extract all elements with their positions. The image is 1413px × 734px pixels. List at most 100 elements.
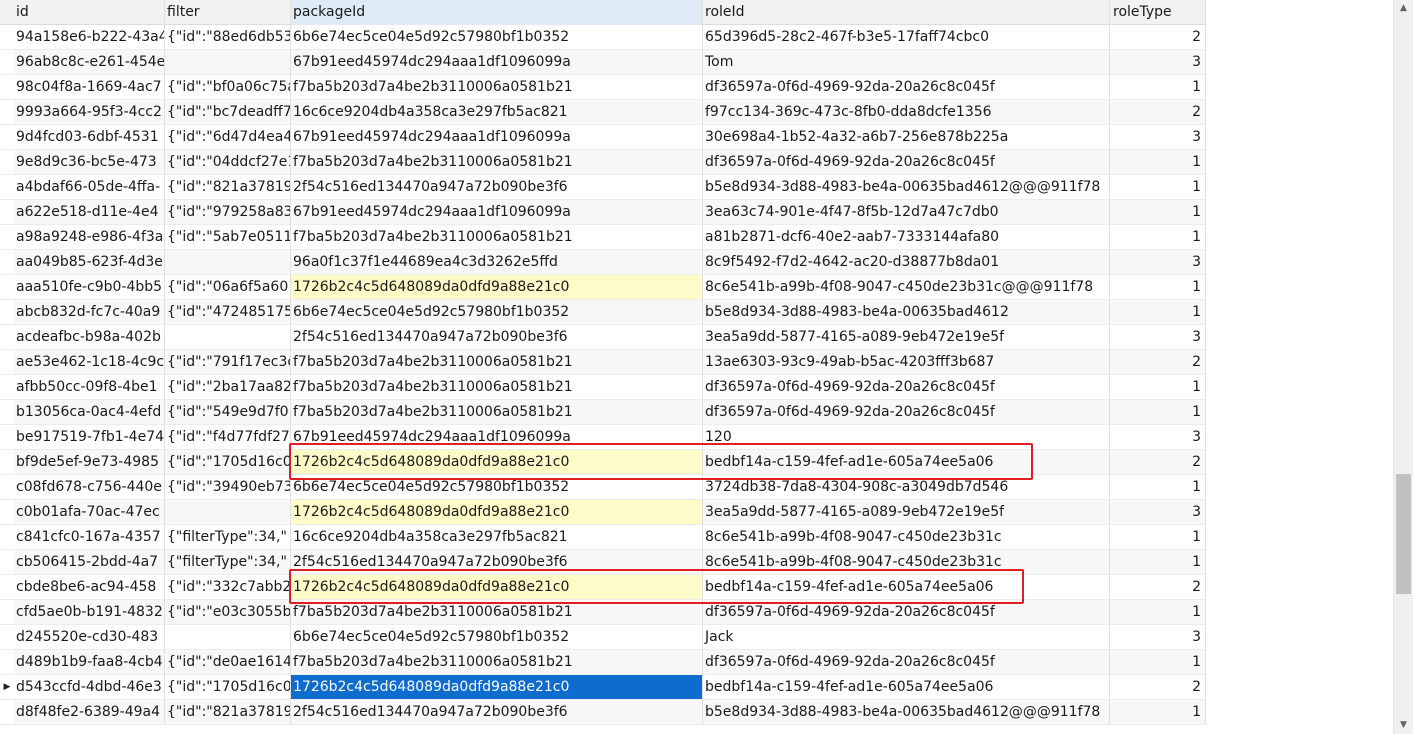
cell-packageid[interactable]: f7ba5b203d7a4be2b3110006a0581b21 [291, 375, 703, 400]
cell-roletype[interactable]: 1 [1110, 275, 1206, 300]
current-row-marker-icon[interactable]: ▶ [0, 675, 14, 700]
row-indicator[interactable] [0, 50, 14, 75]
cell-filter[interactable]: {"id":"5ab7e0511 [165, 225, 291, 250]
cell-roletype[interactable]: 2 [1110, 450, 1206, 475]
cell-filter[interactable] [165, 250, 291, 275]
vertical-scrollbar[interactable]: ▲ ▼ [1393, 0, 1413, 734]
cell-filter[interactable] [165, 500, 291, 525]
cell-packageid[interactable]: f7ba5b203d7a4be2b3110006a0581b21 [291, 400, 703, 425]
cell-filter[interactable] [165, 50, 291, 75]
cell-packageid[interactable]: 6b6e74ec5ce04e5d92c57980bf1b0352 [291, 300, 703, 325]
cell-filter[interactable]: {"id":"1705d16c0 [165, 675, 291, 700]
cell-id[interactable]: d8f48fe2-6389-49a4 [14, 700, 165, 725]
table-row[interactable]: ae53e462-1c18-4c9c {"id":"791f17ec3c f7ba5… [0, 350, 1206, 375]
cell-packageid[interactable]: f7ba5b203d7a4be2b3110006a0581b21 [291, 75, 703, 100]
cell-roletype[interactable]: 1 [1110, 475, 1206, 500]
cell-roleid[interactable]: a81b2871-dcf6-40e2-aab7-7333144afa80 [703, 225, 1110, 250]
row-indicator[interactable] [0, 25, 14, 50]
cell-filter[interactable]: {"id":"f4d77fdf27 [165, 425, 291, 450]
cell-id[interactable]: bf9de5ef-9e73-4985 [14, 450, 165, 475]
table-row[interactable]: d8f48fe2-6389-49a4 {"id":"821a37819 2f54c5… [0, 700, 1206, 725]
cell-filter[interactable]: {"id":"e03c3055b [165, 600, 291, 625]
cell-roletype[interactable]: 3 [1110, 50, 1206, 75]
cell-filter[interactable] [165, 625, 291, 650]
cell-packageid[interactable]: 2f54c516ed134470a947a72b090be3f6 [291, 325, 703, 350]
cell-packageid[interactable]: 16c6ce9204db4a358ca3e297fb5ac821 [291, 525, 703, 550]
cell-roletype[interactable]: 3 [1110, 125, 1206, 150]
row-indicator[interactable] [0, 350, 14, 375]
cell-packageid[interactable]: f7ba5b203d7a4be2b3110006a0581b21 [291, 225, 703, 250]
cell-roleid[interactable]: f97cc134-369c-473c-8fb0-dda8dcfe1356 [703, 100, 1110, 125]
cell-id[interactable]: aaa510fe-c9b0-4bb5 [14, 275, 165, 300]
table-row[interactable]: aaa510fe-c9b0-4bb5 {"id":"06a6f5a601 1726b… [0, 275, 1206, 300]
table-row[interactable]: afbb50cc-09f8-4be1 {"id":"2ba17aa82 f7ba5b… [0, 375, 1206, 400]
scroll-down-arrow-icon[interactable]: ▼ [1394, 717, 1413, 734]
cell-id[interactable]: abcb832d-fc7c-40a9 [14, 300, 165, 325]
cell-roletype[interactable]: 2 [1110, 350, 1206, 375]
table-row[interactable]: a622e518-d11e-4e4 {"id":"979258a83 67b91ee… [0, 200, 1206, 225]
cell-filter[interactable]: {"id":"472485175 [165, 300, 291, 325]
cell-roleid[interactable]: df36597a-0f6d-4969-92da-20a26c8c045f [703, 400, 1110, 425]
cell-roletype[interactable]: 1 [1110, 600, 1206, 625]
cell-roletype[interactable]: 1 [1110, 75, 1206, 100]
cell-id[interactable]: be917519-7fb1-4e74 [14, 425, 165, 450]
cell-packageid[interactable]: 2f54c516ed134470a947a72b090be3f6 [291, 700, 703, 725]
cell-id[interactable]: 9993a664-95f3-4cc2 [14, 100, 165, 125]
cell-packageid[interactable]: 67b91eed45974dc294aaa1df1096099a [291, 50, 703, 75]
cell-packageid[interactable]: f7ba5b203d7a4be2b3110006a0581b21 [291, 650, 703, 675]
table-row[interactable]: aa049b85-623f-4d3e 96a0f1c37f1e44689ea4c3… [0, 250, 1206, 275]
cell-id[interactable]: a98a9248-e986-4f3a [14, 225, 165, 250]
cell-filter[interactable]: {"id":"2ba17aa82 [165, 375, 291, 400]
cell-id[interactable]: 9e8d9c36-bc5e-473 [14, 150, 165, 175]
row-indicator[interactable] [0, 625, 14, 650]
row-indicator[interactable] [0, 400, 14, 425]
cell-id[interactable]: 9d4fcd03-6dbf-4531 [14, 125, 165, 150]
cell-filter[interactable]: {"id":"979258a83 [165, 200, 291, 225]
cell-packageid[interactable]: 67b91eed45974dc294aaa1df1096099a [291, 125, 703, 150]
table-row[interactable]: abcb832d-fc7c-40a9 {"id":"472485175 6b6e74… [0, 300, 1206, 325]
cell-roleid[interactable]: df36597a-0f6d-4969-92da-20a26c8c045f [703, 150, 1110, 175]
row-indicator[interactable] [0, 650, 14, 675]
row-indicator[interactable] [0, 375, 14, 400]
cell-id[interactable]: a622e518-d11e-4e4 [14, 200, 165, 225]
cell-id[interactable]: aa049b85-623f-4d3e [14, 250, 165, 275]
cell-roletype[interactable]: 1 [1110, 375, 1206, 400]
cell-roleid[interactable]: 30e698a4-1b52-4a32-a6b7-256e878b225a [703, 125, 1110, 150]
cell-roletype[interactable]: 1 [1110, 550, 1206, 575]
table-row[interactable]: d489b1b9-faa8-4cb4 {"id":"de0ae1614 f7ba5b… [0, 650, 1206, 675]
cell-filter[interactable]: {"id":"821a37819 [165, 175, 291, 200]
cell-id[interactable]: d245520e-cd30-483 [14, 625, 165, 650]
cell-id[interactable]: c841cfc0-167a-4357 [14, 525, 165, 550]
cell-roleid[interactable]: 8c6e541b-a99b-4f08-9047-c450de23b31c@@@9… [703, 275, 1110, 300]
cell-id[interactable]: c08fd678-c756-440e [14, 475, 165, 500]
cell-filter[interactable]: {"id":"549e9d7f0 [165, 400, 291, 425]
cell-id[interactable]: afbb50cc-09f8-4be1 [14, 375, 165, 400]
row-indicator[interactable] [0, 475, 14, 500]
cell-roleid[interactable]: bedbf14a-c159-4fef-ad1e-605a74ee5a06 [703, 675, 1110, 700]
cell-roletype[interactable]: 1 [1110, 525, 1206, 550]
cell-id[interactable]: cb506415-2bdd-4a7 [14, 550, 165, 575]
cell-packageid[interactable]: 1726b2c4c5d648089da0dfd9a88e21c0 [291, 500, 703, 525]
cell-roletype[interactable]: 2 [1110, 675, 1206, 700]
table-row[interactable]: c0b01afa-70ac-47ec 1726b2c4c5d648089da0df… [0, 500, 1206, 525]
cell-roleid[interactable]: 65d396d5-28c2-467f-b3e5-17faff74cbc0 [703, 25, 1110, 50]
cell-roleid[interactable]: 8c9f5492-f7d2-4642-ac20-d38877b8da01 [703, 250, 1110, 275]
cell-id[interactable]: ae53e462-1c18-4c9c [14, 350, 165, 375]
cell-filter[interactable]: {"id":"821a37819 [165, 700, 291, 725]
cell-roletype[interactable]: 1 [1110, 650, 1206, 675]
cell-filter[interactable]: {"filterType":34," [165, 525, 291, 550]
cell-roletype[interactable]: 2 [1110, 25, 1206, 50]
cell-filter[interactable]: {"id":"1705d16c0 [165, 450, 291, 475]
cell-packageid[interactable]: 1726b2c4c5d648089da0dfd9a88e21c0 [291, 275, 703, 300]
row-indicator[interactable] [0, 325, 14, 350]
cell-roleid[interactable]: 3ea5a9dd-5877-4165-a089-9eb472e19e5f [703, 500, 1110, 525]
cell-roleid[interactable]: b5e8d934-3d88-4983-be4a-00635bad4612@@@9… [703, 700, 1110, 725]
table-row[interactable]: 94a158e6-b222-43a4 {"id":"88ed6db53 6b6e74… [0, 25, 1206, 50]
row-indicator[interactable] [0, 500, 14, 525]
cell-roletype[interactable]: 1 [1110, 225, 1206, 250]
row-indicator[interactable] [0, 550, 14, 575]
table-row[interactable]: ▶ d543ccfd-4dbd-46e3 {"id":"1705d16c0 1726b… [0, 675, 1206, 700]
table-row[interactable]: b13056ca-0ac4-4efd {"id":"549e9d7f0 f7ba5b… [0, 400, 1206, 425]
row-indicator[interactable] [0, 200, 14, 225]
cell-id[interactable]: cfd5ae0b-b191-4832 [14, 600, 165, 625]
